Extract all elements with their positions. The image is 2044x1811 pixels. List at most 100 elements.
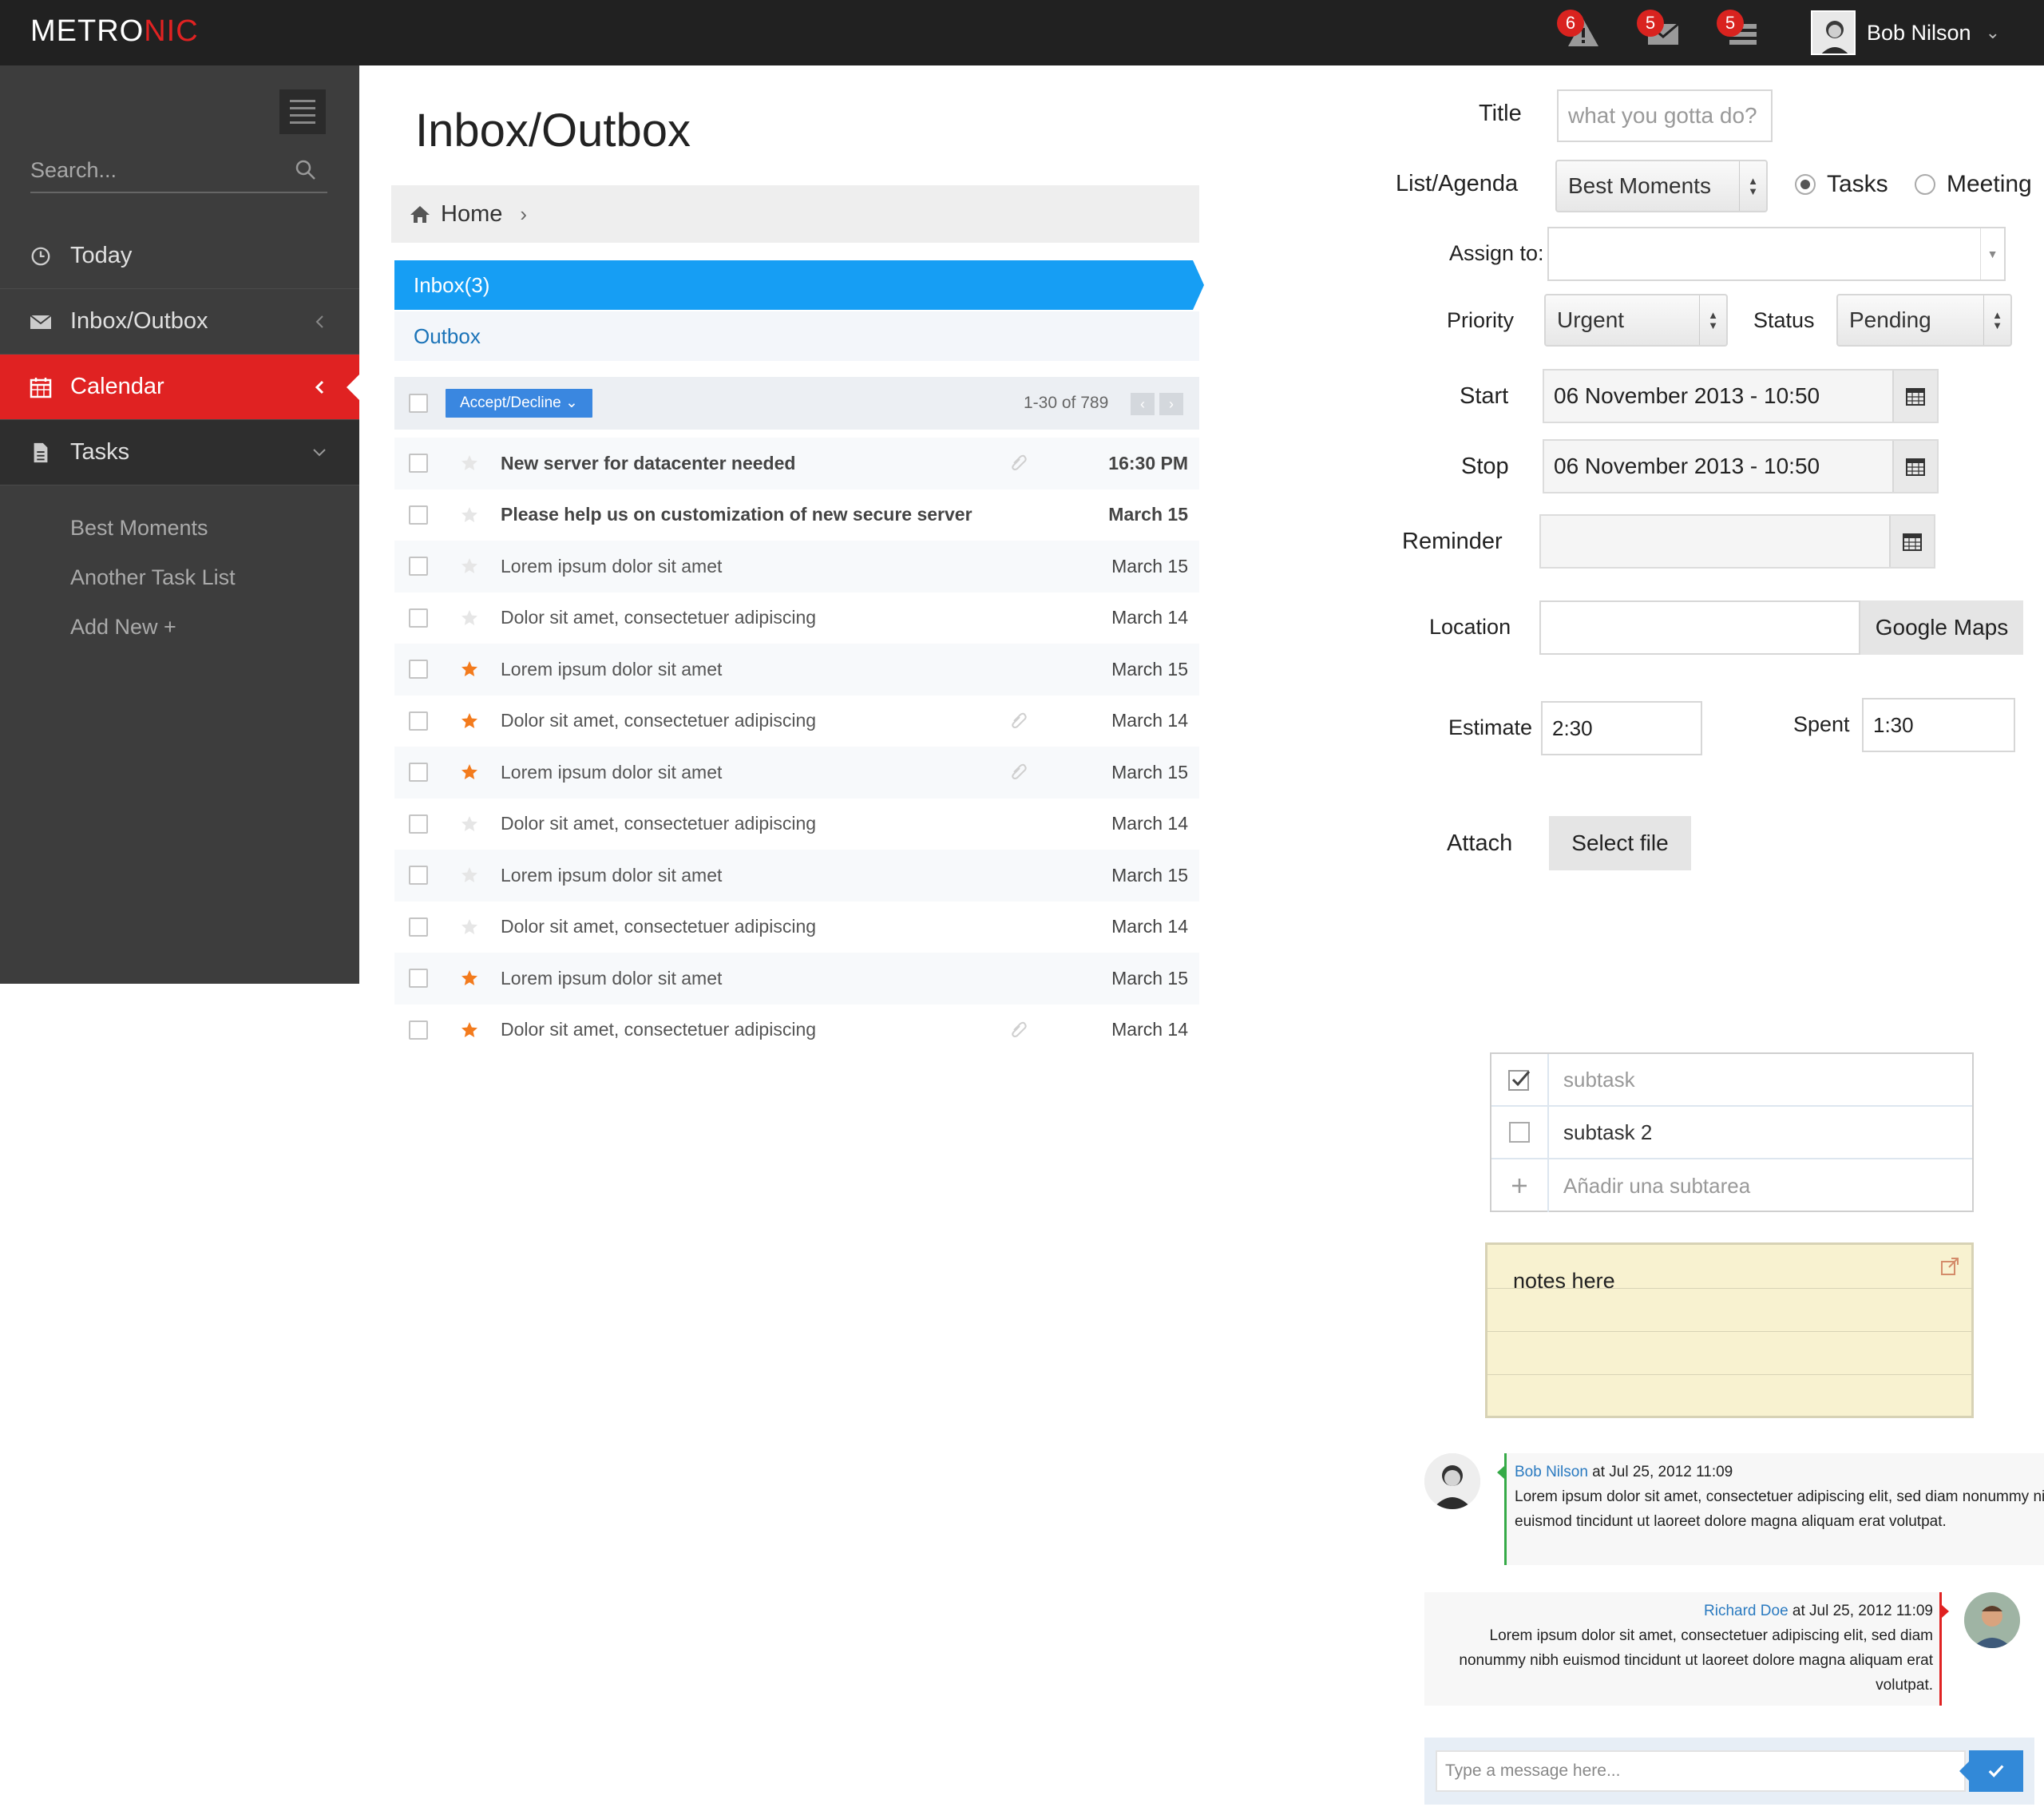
estimate-input[interactable] (1552, 715, 1701, 741)
chat-message-input[interactable] (1445, 1761, 1964, 1781)
mail-row[interactable]: New server for datacenter needed 16:30 PM (394, 438, 1199, 489)
star-icon[interactable] (460, 711, 479, 731)
sidebar-item-today[interactable]: Today (0, 224, 359, 289)
mail-subject[interactable]: Lorem ipsum dolor sit amet (501, 556, 722, 577)
menu-toggle-button[interactable] (279, 89, 326, 134)
subtask-text[interactable]: subtask 2 (1549, 1120, 1652, 1145)
chat-send-button[interactable] (1959, 1750, 2023, 1792)
star-icon[interactable] (460, 969, 479, 988)
tab-outbox[interactable]: Outbox (394, 311, 1199, 361)
user-menu[interactable]: Bob Nilson ⌄ (1811, 10, 2000, 56)
mail-checkbox[interactable] (409, 866, 428, 886)
sidebar-item-inbox-outbox[interactable]: Inbox/Outbox (0, 289, 359, 355)
notification-tasks-button[interactable]: 5 (1717, 10, 1761, 51)
select-all-checkbox[interactable] (409, 394, 428, 413)
plus-icon[interactable] (1491, 1159, 1549, 1212)
star-icon[interactable] (460, 505, 479, 525)
mail-row[interactable]: Dolor sit amet, consectetuer adipiscing M… (394, 695, 1199, 747)
subtask-text[interactable]: subtask (1549, 1068, 1635, 1092)
mail-checkbox[interactable] (409, 454, 428, 474)
radio-tasks[interactable]: Tasks (1795, 171, 1888, 198)
assign-select[interactable]: ▼ (1547, 227, 2006, 281)
brand-logo[interactable]: METRONIC (30, 14, 199, 49)
sidebar-item-tasks[interactable]: Tasks (0, 420, 359, 485)
breadcrumb-home-link[interactable]: Home (441, 201, 502, 228)
subnav-item-best-moments[interactable]: Best Moments (0, 503, 359, 553)
notes-box[interactable]: notes here (1485, 1242, 1974, 1418)
mail-row[interactable]: Dolor sit amet, consectetuer adipiscing M… (394, 902, 1199, 953)
sidebar-item-calendar[interactable]: Calendar (0, 355, 360, 420)
mail-subject[interactable]: Dolor sit amet, consectetuer adipiscing (501, 1019, 816, 1040)
mail-row[interactable]: Dolor sit amet, consectetuer adipiscing M… (394, 1005, 1199, 1056)
reminder-field[interactable] (1539, 514, 1935, 569)
mail-checkbox[interactable] (409, 763, 428, 783)
search-icon[interactable] (294, 158, 318, 182)
star-icon[interactable] (460, 1020, 479, 1040)
location-input[interactable] (1551, 615, 1859, 640)
mail-subject[interactable]: Lorem ipsum dolor sit amet (501, 762, 722, 783)
start-date-field[interactable]: 06 November 2013 - 10:50 (1543, 369, 1939, 423)
mail-checkbox[interactable] (409, 557, 428, 577)
mail-checkbox[interactable] (409, 660, 428, 680)
stop-calendar-button[interactable] (1892, 441, 1937, 492)
mail-row[interactable]: Dolor sit amet, consectetuer adipiscing M… (394, 592, 1199, 644)
star-icon[interactable] (460, 608, 479, 628)
mail-subject[interactable]: Dolor sit amet, consectetuer adipiscing (501, 916, 816, 937)
mail-row[interactable]: Lorem ipsum dolor sit amet March 15 (394, 850, 1199, 902)
priority-select[interactable]: Urgent ▲ ▼ (1544, 294, 1728, 347)
mail-subject[interactable]: Lorem ipsum dolor sit amet (501, 659, 722, 680)
mail-checkbox[interactable] (409, 969, 428, 989)
subnav-item-another-task-list[interactable]: Another Task List (0, 553, 359, 602)
mail-checkbox[interactable] (409, 711, 428, 731)
mail-subject[interactable]: Dolor sit amet, consectetuer adipiscing (501, 607, 816, 628)
title-input[interactable] (1568, 103, 1771, 129)
accept-decline-dropdown[interactable]: Accept/Decline ⌄ (446, 389, 592, 418)
reminder-calendar-button[interactable] (1889, 516, 1934, 567)
mail-row[interactable]: Lorem ipsum dolor sit amet March 15 (394, 644, 1199, 695)
chat-author-link[interactable]: Bob Nilson (1515, 1464, 1588, 1480)
star-icon[interactable] (460, 917, 479, 937)
subtask-add-input[interactable]: Añadir una subtarea (1549, 1174, 1750, 1199)
mail-subject[interactable]: Lorem ipsum dolor sit amet (501, 865, 722, 886)
mail-checkbox[interactable] (409, 1020, 428, 1040)
radio-meeting[interactable]: Meeting (1915, 171, 2032, 198)
chat-author-link[interactable]: Richard Doe (1704, 1603, 1788, 1619)
star-icon[interactable] (460, 866, 479, 885)
mail-row[interactable]: Lorem ipsum dolor sit amet March 15 (394, 953, 1199, 1005)
tab-inbox[interactable]: Inbox(3) (394, 260, 1204, 310)
mail-checkbox[interactable] (409, 917, 428, 937)
google-maps-button[interactable]: Google Maps (1860, 600, 2023, 655)
notification-warning-button[interactable]: 6 (1557, 10, 1602, 51)
notification-inbox-button[interactable]: 5 (1637, 10, 1682, 51)
mail-checkbox[interactable] (409, 608, 428, 628)
star-icon[interactable] (460, 557, 479, 576)
start-calendar-button[interactable] (1892, 371, 1937, 422)
stop-date-field[interactable]: 06 November 2013 - 10:50 (1543, 439, 1939, 493)
mail-checkbox[interactable] (409, 814, 428, 834)
subtask-checkbox[interactable] (1491, 1107, 1549, 1158)
star-icon[interactable] (460, 454, 479, 473)
external-link-icon[interactable] (1939, 1256, 1960, 1277)
mail-subject[interactable]: Please help us on customization of new s… (501, 504, 972, 525)
mail-row[interactable]: Please help us on customization of new s… (394, 489, 1199, 541)
mail-subject[interactable]: New server for datacenter needed (501, 453, 795, 474)
sidebar-search-input[interactable] (30, 157, 294, 183)
star-icon[interactable] (460, 814, 479, 834)
list-agenda-select[interactable]: Best Moments ▲ ▼ (1555, 160, 1768, 212)
pager-prev-button[interactable]: ‹ (1131, 393, 1155, 415)
mail-subject[interactable]: Lorem ipsum dolor sit amet (501, 968, 722, 989)
spent-input[interactable] (1873, 712, 2014, 738)
mail-subject[interactable]: Dolor sit amet, consectetuer adipiscing (501, 813, 816, 834)
mail-row[interactable]: Lorem ipsum dolor sit amet March 15 (394, 747, 1199, 799)
select-file-button[interactable]: Select file (1549, 816, 1691, 870)
star-icon[interactable] (460, 660, 479, 679)
pager-next-button[interactable]: › (1159, 393, 1183, 415)
mail-checkbox[interactable] (409, 505, 428, 525)
subnav-item-add-new[interactable]: Add New + (0, 602, 359, 652)
mail-row[interactable]: Dolor sit amet, consectetuer adipiscing M… (394, 799, 1199, 850)
subtask-checkbox[interactable] (1491, 1054, 1549, 1105)
mail-subject[interactable]: Dolor sit amet, consectetuer adipiscing (501, 710, 816, 731)
status-select[interactable]: Pending ▲ ▼ (1836, 294, 2012, 347)
mail-row[interactable]: Lorem ipsum dolor sit amet March 15 (394, 541, 1199, 592)
star-icon[interactable] (460, 763, 479, 782)
